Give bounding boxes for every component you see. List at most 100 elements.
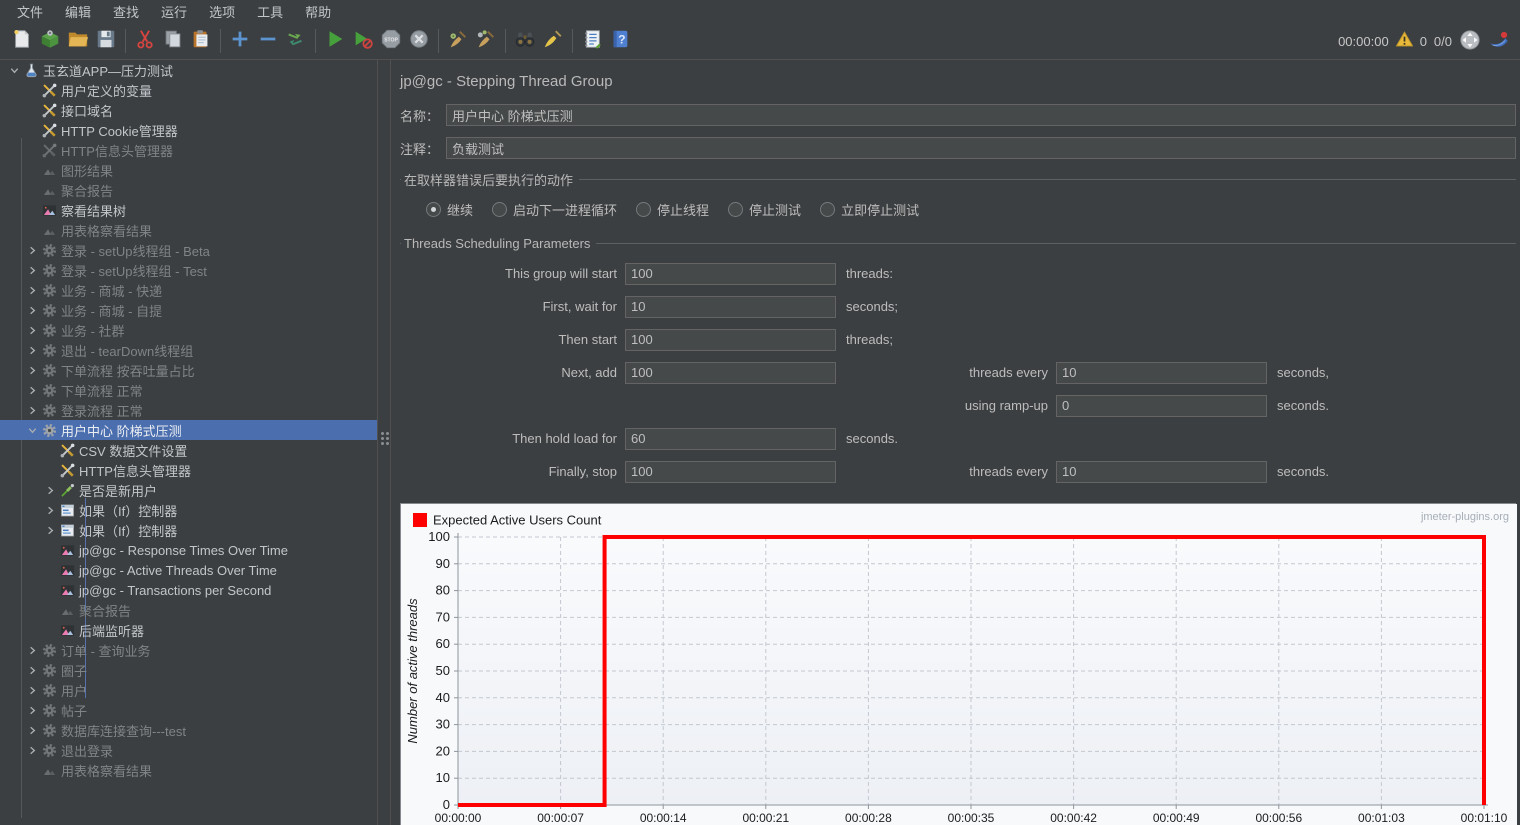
chevron-right-icon[interactable] xyxy=(24,725,40,736)
open-file-button[interactable] xyxy=(64,27,92,55)
tree-item[interactable]: 聚合报告 xyxy=(0,600,377,620)
tree-item[interactable]: 退出 - tearDown线程组 xyxy=(0,340,377,360)
tree-item[interactable]: 登录 - setUp线程组 - Test xyxy=(0,260,377,280)
zoom-in-button[interactable] xyxy=(226,27,254,55)
menu-tools[interactable]: 工具 xyxy=(246,0,294,23)
zoom-out-button[interactable] xyxy=(254,27,282,55)
clear-button[interactable] xyxy=(444,27,472,55)
tree-item[interactable]: 图形结果 xyxy=(0,160,377,180)
radio-option-3[interactable]: 停止测试 xyxy=(728,200,801,219)
comment-input[interactable] xyxy=(446,137,1516,159)
templates-button[interactable] xyxy=(36,27,64,55)
shutdown-button[interactable] xyxy=(405,27,433,55)
menu-search[interactable]: 查找 xyxy=(102,0,150,23)
help-button[interactable]: ? xyxy=(606,27,634,55)
tree-item[interactable]: 察看结果树 xyxy=(0,200,377,220)
name-input[interactable] xyxy=(446,104,1516,126)
start-button[interactable] xyxy=(321,27,349,55)
radio-option-1[interactable]: 启动下一进程循环 xyxy=(492,200,617,219)
sched-input2-6[interactable] xyxy=(1056,461,1267,483)
chevron-down-icon[interactable] xyxy=(6,65,22,76)
start-no-timers-button[interactable] xyxy=(349,27,377,55)
radio-icon[interactable] xyxy=(492,202,507,217)
tree-item[interactable]: 玉玄道APP—压力测试 xyxy=(0,60,377,80)
search-reset-button[interactable] xyxy=(539,27,567,55)
tree-item[interactable]: 登录 - setUp线程组 - Beta xyxy=(0,240,377,260)
chevron-right-icon[interactable] xyxy=(24,385,40,396)
menu-edit[interactable]: 编辑 xyxy=(54,0,102,23)
tree-item[interactable]: 是否是新用户 xyxy=(0,480,377,500)
tree-item[interactable]: jp@gc - Active Threads Over Time xyxy=(0,560,377,580)
chevron-right-icon[interactable] xyxy=(42,485,58,496)
radio-icon[interactable] xyxy=(820,202,835,217)
tree-item[interactable]: 业务 - 社群 xyxy=(0,320,377,340)
chevron-right-icon[interactable] xyxy=(42,525,58,536)
chevron-right-icon[interactable] xyxy=(24,285,40,296)
radio-icon[interactable] xyxy=(636,202,651,217)
tree-item[interactable]: CSV 数据文件设置 xyxy=(0,440,377,460)
chevron-right-icon[interactable] xyxy=(24,365,40,376)
menu-help[interactable]: 帮助 xyxy=(294,0,342,23)
tree-item[interactable]: 圈子 xyxy=(0,660,377,680)
stop-button[interactable]: STOP xyxy=(377,27,405,55)
sched-input-2[interactable] xyxy=(625,329,836,351)
tree-item[interactable]: jp@gc - Transactions per Second xyxy=(0,580,377,600)
tree-item[interactable]: 业务 - 商城 - 自提 xyxy=(0,300,377,320)
new-file-button[interactable] xyxy=(8,27,36,55)
tree-item[interactable]: 用户中心 阶梯式压测 xyxy=(0,420,377,440)
chevron-right-icon[interactable] xyxy=(24,265,40,276)
chevron-right-icon[interactable] xyxy=(24,745,40,756)
tree-item[interactable]: 下单流程 正常 xyxy=(0,380,377,400)
chevron-right-icon[interactable] xyxy=(24,685,40,696)
radio-icon[interactable] xyxy=(728,202,743,217)
sched-input2-4[interactable] xyxy=(1056,395,1267,417)
save-button[interactable] xyxy=(92,27,120,55)
copy-button[interactable] xyxy=(159,27,187,55)
sched-input-0[interactable] xyxy=(625,263,836,285)
tree-item[interactable]: 下单流程 按吞吐量占比 xyxy=(0,360,377,380)
cut-button[interactable] xyxy=(131,27,159,55)
tree-item[interactable]: 如果（If）控制器 xyxy=(0,520,377,540)
radio-option-4[interactable]: 立即停止测试 xyxy=(820,200,919,219)
tree-item[interactable]: 用表格察看结果 xyxy=(0,760,377,780)
chevron-right-icon[interactable] xyxy=(24,645,40,656)
chevron-right-icon[interactable] xyxy=(24,705,40,716)
chevron-right-icon[interactable] xyxy=(42,505,58,516)
warning-icon[interactable] xyxy=(1396,31,1413,51)
radio-selected-icon[interactable] xyxy=(426,202,441,217)
tree-item[interactable]: 业务 - 商城 - 快递 xyxy=(0,280,377,300)
tree-item[interactable]: 帖子 xyxy=(0,700,377,720)
tree-item[interactable]: 登录流程 正常 xyxy=(0,400,377,420)
chevron-right-icon[interactable] xyxy=(24,665,40,676)
tree-item[interactable]: HTTP信息头管理器 xyxy=(0,140,377,160)
sched-input-1[interactable] xyxy=(625,296,836,318)
tree-item[interactable]: 数据库连接查询---test xyxy=(0,720,377,740)
paste-button[interactable] xyxy=(187,27,215,55)
sched-input-3[interactable] xyxy=(625,362,836,384)
tree-item[interactable]: 用户定义的变量 xyxy=(0,80,377,100)
tree-item[interactable]: 订单 - 查询业务 xyxy=(0,640,377,660)
function-helper-button[interactable] xyxy=(578,27,606,55)
chevron-right-icon[interactable] xyxy=(24,345,40,356)
sched-input-6[interactable] xyxy=(625,461,836,483)
chevron-right-icon[interactable] xyxy=(24,245,40,256)
plugins-manager-icon[interactable] xyxy=(1459,29,1481,54)
radio-option-0[interactable]: 继续 xyxy=(426,200,473,219)
tree-item[interactable]: 退出登录 xyxy=(0,740,377,760)
toggle-button[interactable] xyxy=(282,27,310,55)
chevron-down-icon[interactable] xyxy=(24,425,40,436)
search-button[interactable] xyxy=(511,27,539,55)
tree-item[interactable]: jp@gc - Response Times Over Time xyxy=(0,540,377,560)
tree-item[interactable]: 用户 xyxy=(0,680,377,700)
tree-item[interactable]: 后端监听器 xyxy=(0,620,377,640)
sched-input2-3[interactable] xyxy=(1056,362,1267,384)
chevron-right-icon[interactable] xyxy=(24,325,40,336)
menu-options[interactable]: 选项 xyxy=(198,0,246,23)
chevron-right-icon[interactable] xyxy=(24,305,40,316)
menu-file[interactable]: 文件 xyxy=(6,0,54,23)
panel-splitter[interactable] xyxy=(378,60,391,825)
tree-item[interactable]: 用表格察看结果 xyxy=(0,220,377,240)
tree-item[interactable]: 接口域名 xyxy=(0,100,377,120)
tree-item[interactable]: HTTP信息头管理器 xyxy=(0,460,377,480)
menu-run[interactable]: 运行 xyxy=(150,0,198,23)
